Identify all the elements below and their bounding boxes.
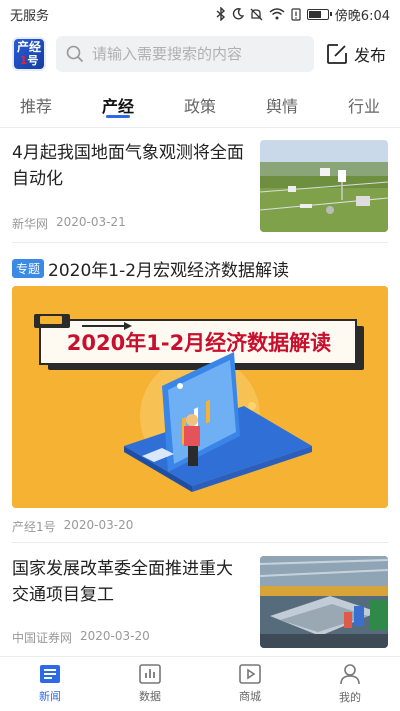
nav-profile-label: 我的 bbox=[339, 691, 361, 704]
news-icon bbox=[40, 665, 60, 683]
banner-title: 2020年1-2月经济数据解读 bbox=[66, 331, 332, 355]
tabs-divider bbox=[0, 127, 400, 128]
topic-tag: 专题 bbox=[12, 258, 45, 278]
news-thumbnail[interactable] bbox=[260, 140, 388, 232]
news-title[interactable]: 国家发展改革委全面推进重大交通项目复工 bbox=[12, 556, 248, 608]
search-input[interactable] bbox=[92, 45, 302, 63]
weather-station-image bbox=[260, 140, 388, 232]
tab-industry-economy[interactable]: 产经 bbox=[102, 86, 134, 124]
sim-alert-icon bbox=[291, 7, 301, 21]
nav-mall[interactable]: 商城 bbox=[200, 657, 300, 711]
news-date: 2020-03-21 bbox=[56, 215, 126, 229]
news-title: 2020年1-2月宏观经济数据解读 bbox=[48, 260, 290, 281]
news-meta: 中国证券网 2020-03-20 bbox=[12, 629, 150, 646]
status-icons: 傍晚6:04 bbox=[216, 5, 390, 24]
nav-data-label: 数据 bbox=[139, 690, 161, 703]
publish-label: 发布 bbox=[354, 46, 387, 65]
user-icon bbox=[340, 664, 360, 685]
news-item[interactable]: 国家发展改革委全面推进重大交通项目复工 中国证券网 2020-03-20 bbox=[12, 556, 388, 648]
news-source: 中国证券网 bbox=[12, 631, 73, 645]
news-meta: 产经1号 2020-03-20 bbox=[12, 518, 133, 535]
tab-sector[interactable]: 行业 bbox=[348, 86, 380, 124]
publish-button[interactable]: 发布 bbox=[326, 42, 386, 66]
tab-policy[interactable]: 政策 bbox=[184, 86, 216, 124]
edit-icon bbox=[327, 44, 347, 64]
nav-news[interactable]: 新闻 bbox=[0, 657, 100, 711]
tab-recommend[interactable]: 推荐 bbox=[20, 86, 52, 124]
news-banner[interactable]: 2020年1-2月经济数据解读 bbox=[12, 286, 388, 508]
news-thumbnail[interactable] bbox=[260, 556, 388, 648]
mute-icon bbox=[250, 8, 263, 20]
news-item-special[interactable]: 专题 2020年1-2月宏观经济数据解读 2020年1-2月经济数据解读 产经1… bbox=[12, 256, 388, 534]
battery-icon bbox=[306, 8, 332, 20]
tab-public-opinion[interactable]: 舆情 bbox=[266, 86, 298, 124]
nav-data[interactable]: 数据 bbox=[100, 657, 200, 711]
category-tabs: 推荐 产经 政策 舆情 行业 bbox=[0, 86, 400, 124]
feed-divider bbox=[12, 542, 388, 543]
bottom-nav: 新闻 数据 商城 我的 bbox=[0, 656, 400, 711]
search-bar[interactable] bbox=[56, 36, 314, 72]
bluetooth-icon bbox=[216, 7, 225, 21]
logo-line2: 1号 bbox=[20, 54, 39, 67]
factory-image bbox=[260, 556, 388, 648]
banner-illustration bbox=[12, 286, 388, 508]
news-title-row[interactable]: 专题 2020年1-2月宏观经济数据解读 bbox=[12, 256, 388, 281]
wifi-icon bbox=[269, 8, 285, 20]
nav-profile[interactable]: 我的 bbox=[300, 657, 400, 711]
header: 产经 1号 发布 bbox=[0, 30, 400, 78]
carrier-text: 无服务 bbox=[10, 8, 50, 24]
nav-mall-label: 商城 bbox=[239, 690, 261, 703]
nav-news-label: 新闻 bbox=[39, 690, 61, 703]
play-icon bbox=[239, 664, 261, 684]
search-icon bbox=[66, 45, 84, 63]
news-item[interactable]: 4月起我国地面气象观测将全面自动化 新华网 2020-03-21 bbox=[12, 140, 388, 234]
news-source: 产经1号 bbox=[12, 520, 56, 534]
logo-line1: 产经 bbox=[16, 40, 41, 54]
status-bar: 无服务 傍晚6:04 bbox=[0, 0, 400, 28]
clock-text: 傍晚6:04 bbox=[334, 8, 390, 24]
news-title[interactable]: 4月起我国地面气象观测将全面自动化 bbox=[12, 140, 248, 192]
news-date: 2020-03-20 bbox=[80, 629, 150, 643]
feed-divider bbox=[12, 242, 388, 243]
news-source: 新华网 bbox=[12, 217, 49, 231]
logo-line2-suffix: 号 bbox=[27, 54, 39, 67]
moon-icon bbox=[232, 8, 244, 20]
news-date: 2020-03-20 bbox=[63, 518, 134, 532]
app-logo[interactable]: 产经 1号 bbox=[12, 37, 46, 71]
chart-icon bbox=[139, 664, 161, 684]
news-meta: 新华网 2020-03-21 bbox=[12, 215, 126, 232]
